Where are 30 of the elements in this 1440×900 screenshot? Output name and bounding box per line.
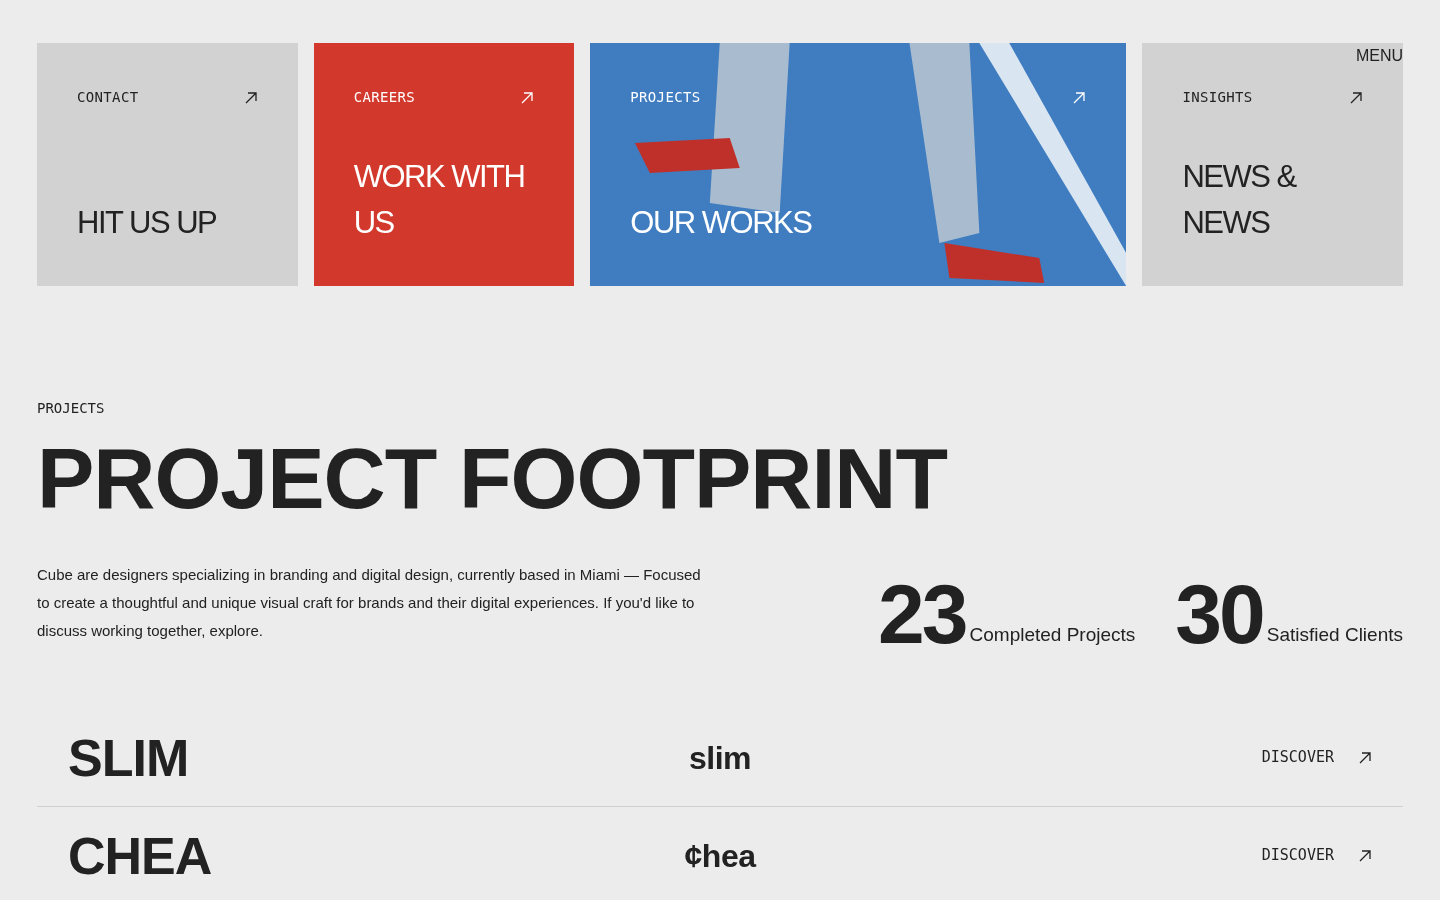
stat-label: Satisfied Clients — [1266, 622, 1403, 647]
arrow-up-right-icon — [1349, 90, 1363, 105]
menu-button[interactable]: MENU — [1355, 44, 1403, 68]
discover-link[interactable]: DISCOVER — [1261, 746, 1372, 769]
nav-card[interactable]: CONTACT HIT US UP — [37, 43, 298, 286]
arrow-up-right-icon — [243, 90, 258, 105]
discover-link[interactable]: DISCOVER — [1261, 844, 1372, 867]
card-title: WORK WITH US — [353, 158, 526, 242]
stat-number: 23 — [878, 579, 966, 649]
card-label: INSIGHTS — [1182, 88, 1253, 107]
arrow-up-right-icon — [1358, 848, 1372, 863]
card-label: CAREERS — [353, 88, 416, 107]
card-title: HIT US UP — [77, 204, 218, 242]
project-logo: ¢hea — [684, 836, 756, 876]
arrow-up-right-icon — [1072, 90, 1087, 105]
project-name: SLIM — [68, 727, 190, 789]
section-title: PROJECT FOOTPRINT — [37, 435, 948, 521]
project-logo: slim — [689, 738, 751, 778]
card-title: NEWS & NEWS — [1182, 158, 1298, 242]
section-description: Cube are designers specializing in branding and digital design, currently based in Miami — Focused to create a thoughtful and unique visual craft for brands and their digital experiences. If you'd like to discuss working together, explore. — [37, 565, 702, 641]
card-label: PROJECTS — [630, 88, 701, 107]
stat-label: Completed Projects — [969, 622, 1136, 647]
stat-number: 30 — [1175, 579, 1263, 649]
card-label: CONTACT — [77, 88, 139, 107]
arrow-up-right-icon — [520, 90, 535, 105]
arrow-up-right-icon — [1358, 750, 1372, 765]
card-title: OUR WORKS — [630, 204, 813, 242]
project-name: CHEA — [68, 825, 213, 887]
section-eyebrow: PROJECTS — [37, 399, 106, 418]
nav-card[interactable]: CAREERS WORK WITH US — [313, 43, 575, 286]
